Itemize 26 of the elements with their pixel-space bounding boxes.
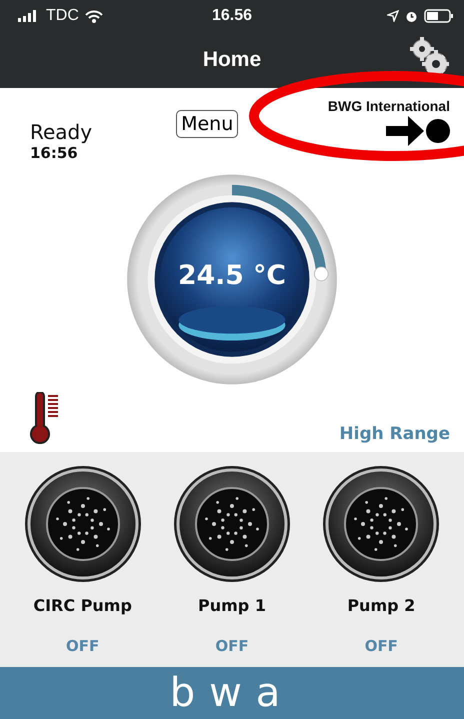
pump-name: Pump 2 (347, 596, 416, 615)
page-title: Home (202, 48, 262, 72)
carrier-name: TDC (46, 7, 79, 25)
pump-state: OFF (66, 637, 100, 655)
thermometer-icon (30, 392, 60, 444)
temperature-dial-drawing[interactable] (124, 172, 340, 387)
brand-logo: bwa (170, 673, 294, 713)
pump-button[interactable] (22, 464, 143, 584)
arrow-right-icon[interactable] (384, 114, 450, 148)
range-label[interactable]: High Range (339, 424, 450, 444)
pump-button[interactable] (321, 464, 442, 584)
location-name: BWG International (328, 98, 450, 114)
status-label: Ready (30, 120, 92, 144)
pump-state: OFF (215, 637, 249, 655)
temperature-reading: 24.5 °C (178, 260, 286, 291)
menu-button[interactable]: Menu (176, 110, 238, 138)
clock: 16.56 (212, 7, 252, 25)
slider-handle[interactable] (314, 266, 329, 282)
pump-name: CIRC Pump (33, 596, 132, 615)
pump-name: Pump 1 (198, 596, 266, 615)
pump-state: OFF (364, 637, 398, 655)
pump-button[interactable] (172, 464, 292, 584)
wifi-icon (84, 10, 103, 22)
status-time: 16:56 (30, 144, 79, 162)
battery-icon (424, 9, 454, 23)
location-arrow-icon (387, 10, 399, 22)
